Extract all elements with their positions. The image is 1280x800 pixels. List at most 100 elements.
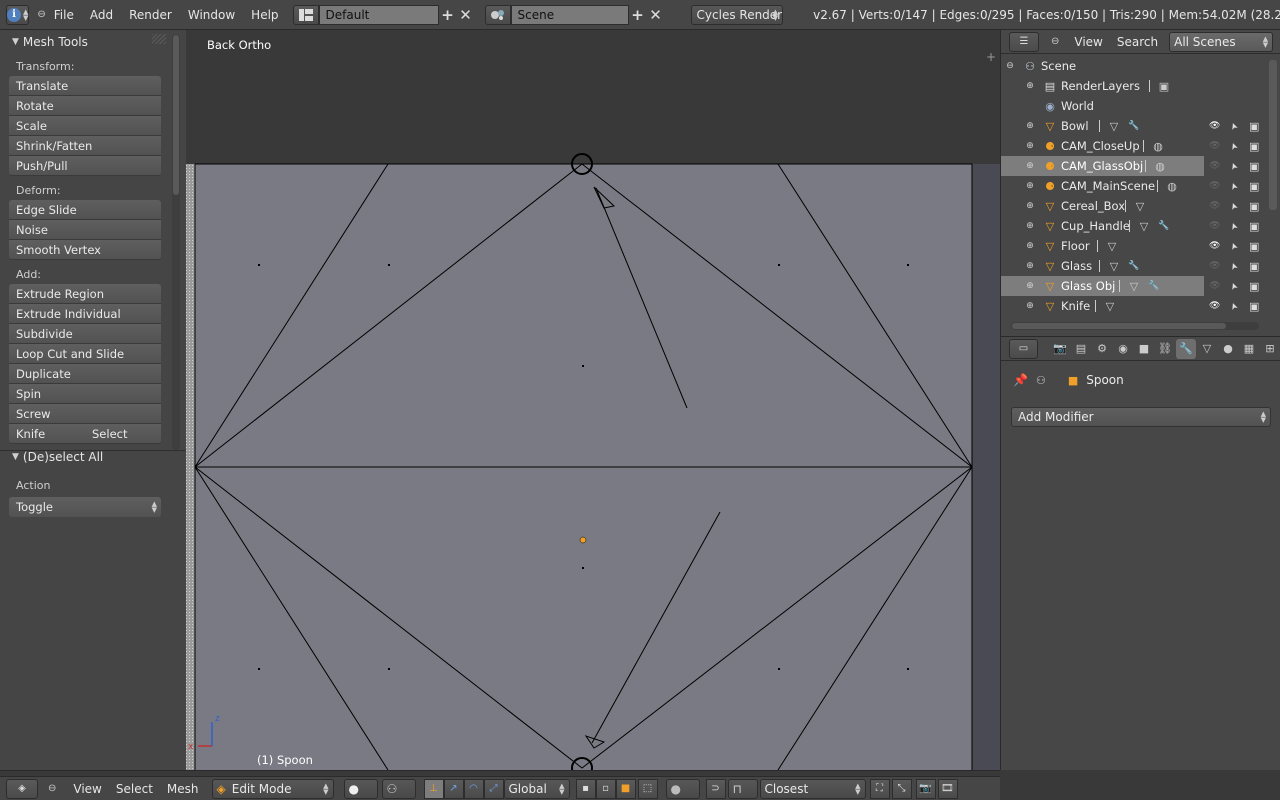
outliner-item-cam-closeup[interactable]: ⊕ ⚈ CAM_CloseUp ◍ 👁 ➤ ▣ — [1001, 136, 1271, 156]
add-layout-icon[interactable]: + — [439, 5, 457, 25]
outliner-item-cup-handle[interactable]: ⊕ ▽ Cup_Handle ▽ 🔧 👁 ➤ ▣ — [1001, 216, 1271, 236]
expand-icon[interactable]: ⊕ — [1025, 281, 1035, 291]
outliner-item-name[interactable]: CAM_GlassObj — [1061, 159, 1143, 173]
outliner-item-name[interactable]: Glass — [1061, 259, 1092, 273]
texture-tab-icon[interactable]: ▦ — [1239, 339, 1259, 359]
transform-orientation-select[interactable]: Global ▲ ▼ — [503, 778, 570, 799]
physics-tab-icon[interactable]: ⊞ — [1260, 339, 1280, 359]
mesh-data-icon[interactable]: ▽ — [1105, 239, 1119, 253]
selectable-cursor-icon[interactable]: ➤ — [1229, 181, 1241, 192]
renderable-camera-icon[interactable]: ▣ — [1249, 280, 1259, 293]
data-tab-icon[interactable]: ▽ — [1197, 339, 1217, 359]
renderable-camera-icon[interactable]: ▣ — [1249, 180, 1259, 193]
outliner-item-glass[interactable]: ⊕ ▽ Glass ▽ 🔧 👁 ➤ ▣ — [1001, 256, 1271, 276]
toggle-properties-icon[interactable]: + — [986, 50, 996, 64]
renderable-camera-icon[interactable]: ▣ — [1249, 220, 1259, 233]
knife-select-button[interactable]: Select — [85, 424, 161, 443]
outliner-item-knife[interactable]: ⊕ ▽ Knife ▽ 👁 ➤ ▣ — [1001, 296, 1271, 316]
outliner-item-name[interactable]: Floor — [1061, 239, 1090, 253]
shrink-fatten-button[interactable]: Shrink/Fatten — [9, 136, 161, 156]
menu-mesh[interactable]: Mesh — [160, 782, 206, 796]
menu-add[interactable]: Add — [82, 4, 121, 26]
outliner-item-name[interactable]: Knife — [1061, 299, 1090, 313]
spin-button[interactable]: Spin — [9, 384, 161, 404]
outliner-horizontal-scrollbar[interactable] — [1011, 322, 1259, 330]
shading-select[interactable]: ● — [343, 778, 378, 799]
mesh-data-icon[interactable]: ▽ — [1127, 279, 1141, 293]
mesh-data-icon[interactable]: ▽ — [1107, 259, 1121, 273]
vertex-select-icon[interactable]: ▪ — [575, 778, 596, 799]
visibility-eye-icon[interactable]: 👁 — [1209, 181, 1220, 191]
mode-select[interactable]: ◈ Edit Mode ▲ ▼ — [211, 778, 334, 799]
outliner-item-name[interactable]: RenderLayers — [1061, 79, 1140, 93]
remove-scene-icon[interactable]: ✕ — [647, 5, 665, 25]
noise-button[interactable]: Noise — [9, 220, 161, 240]
menu-file[interactable]: File — [46, 4, 82, 26]
push-pull-button[interactable]: Push/Pull — [9, 156, 161, 176]
pivot-select[interactable]: ⚇ — [381, 778, 416, 799]
scene-tab-icon[interactable]: ⚙ — [1092, 339, 1112, 359]
knife-button[interactable]: Knife — [9, 424, 85, 443]
3d-viewport[interactable]: z x Back Ortho (1) Spoon + — [186, 30, 1000, 770]
visibility-eye-icon[interactable]: 👁 — [1209, 241, 1220, 251]
selectable-cursor-icon[interactable]: ➤ — [1229, 241, 1241, 252]
rotate-button[interactable]: Rotate — [9, 96, 161, 116]
editor-type-selector[interactable]: i ▲ ▼ — [6, 4, 30, 25]
visibility-eye-icon[interactable]: 👁 — [1209, 141, 1220, 151]
snap-target-select[interactable]: Closest ▲ ▼ — [759, 778, 866, 799]
loop-cut-slide-button[interactable]: Loop Cut and Slide — [9, 344, 161, 364]
renderable-camera-icon[interactable]: ▣ — [1249, 140, 1259, 153]
remove-layout-icon[interactable]: ✕ — [457, 5, 475, 25]
render-animation-icon[interactable]: 🎞 — [937, 778, 958, 799]
translate-manipulator-icon[interactable]: ↗ — [443, 778, 464, 799]
outliner-menu-view[interactable]: View — [1067, 35, 1109, 49]
edge-select-icon[interactable]: ▫ — [595, 778, 616, 799]
render-layer-icon[interactable]: ▣ — [1157, 79, 1171, 93]
material-tab-icon[interactable]: ● — [1218, 339, 1238, 359]
snap-element-select[interactable]: ⊓ — [727, 778, 758, 799]
expand-icon[interactable]: ⊕ — [1025, 221, 1035, 231]
renderable-camera-icon[interactable]: ▣ — [1249, 200, 1259, 213]
scene-name[interactable]: Scene — [510, 4, 629, 25]
snap-toggle-icon[interactable]: ⊃ — [705, 778, 726, 799]
outliner-item-name[interactable]: CAM_CloseUp — [1061, 139, 1140, 153]
expand-icon[interactable]: ⊕ — [1025, 141, 1035, 151]
visibility-eye-icon[interactable]: 👁 — [1209, 261, 1220, 271]
selectable-cursor-icon[interactable]: ➤ — [1229, 201, 1241, 212]
edge-slide-button[interactable]: Edge Slide — [9, 200, 161, 220]
outliner-item-name[interactable]: Glass Obj — [1061, 279, 1115, 293]
visibility-eye-icon[interactable]: 👁 — [1209, 221, 1220, 231]
selectable-cursor-icon[interactable]: ➤ — [1229, 121, 1241, 132]
expand-icon[interactable]: ⊕ — [1025, 241, 1035, 251]
outliner-item-scene[interactable]: ⊖ ⚇ Scene — [1001, 56, 1271, 76]
renderable-camera-icon[interactable]: ▣ — [1249, 160, 1259, 173]
modifier-icon[interactable]: 🔧 — [1127, 259, 1141, 273]
render-still-icon[interactable]: 📷 — [915, 778, 936, 799]
collapse-icon[interactable]: ⊖ — [1005, 61, 1015, 71]
object-tab-icon[interactable]: ■ — [1134, 339, 1154, 359]
expand-icon[interactable]: ⊕ — [1025, 121, 1035, 131]
outliner-item-world[interactable]: ◉ World — [1001, 96, 1271, 116]
outliner-filter-select[interactable]: All Scenes ▲ ▼ — [1169, 31, 1274, 52]
outliner-item-name[interactable]: Cereal_Box — [1061, 199, 1125, 213]
outliner-item-glass-obj[interactable]: ⊕ ▽ Glass Obj ▽ 🔧 👁 ➤ ▣ — [1001, 276, 1259, 296]
expand-icon[interactable]: ⊕ — [1025, 161, 1035, 171]
add-modifier-select[interactable]: Add Modifier ▲ ▼ — [1011, 407, 1271, 427]
visibility-eye-icon[interactable]: 👁 — [1209, 201, 1220, 211]
deselect-all-panel-header[interactable]: ▼ (De)select All — [0, 447, 186, 467]
renderable-camera-icon[interactable]: ▣ — [1249, 300, 1259, 313]
object-origin[interactable] — [579, 536, 587, 544]
outliner-item-name[interactable]: CAM_MainScene — [1061, 179, 1155, 193]
camera-data-icon[interactable]: ◍ — [1153, 159, 1167, 173]
scale-button[interactable]: Scale — [9, 116, 161, 136]
properties-editor-type[interactable]: ▭ — [1009, 338, 1038, 359]
renderable-camera-icon[interactable]: ▣ — [1249, 240, 1259, 253]
subdivide-button[interactable]: Subdivide — [9, 324, 161, 344]
selectable-cursor-icon[interactable]: ➤ — [1229, 281, 1241, 292]
smooth-vertex-button[interactable]: Smooth Vertex — [9, 240, 161, 260]
add-scene-icon[interactable]: + — [629, 5, 647, 25]
outliner-menu-search[interactable]: Search — [1110, 35, 1165, 49]
menu-view[interactable]: View — [66, 782, 108, 796]
collapse-menus-icon[interactable]: ⊖ — [48, 783, 56, 794]
snap-align-icon[interactable]: ⛶ — [869, 778, 890, 799]
